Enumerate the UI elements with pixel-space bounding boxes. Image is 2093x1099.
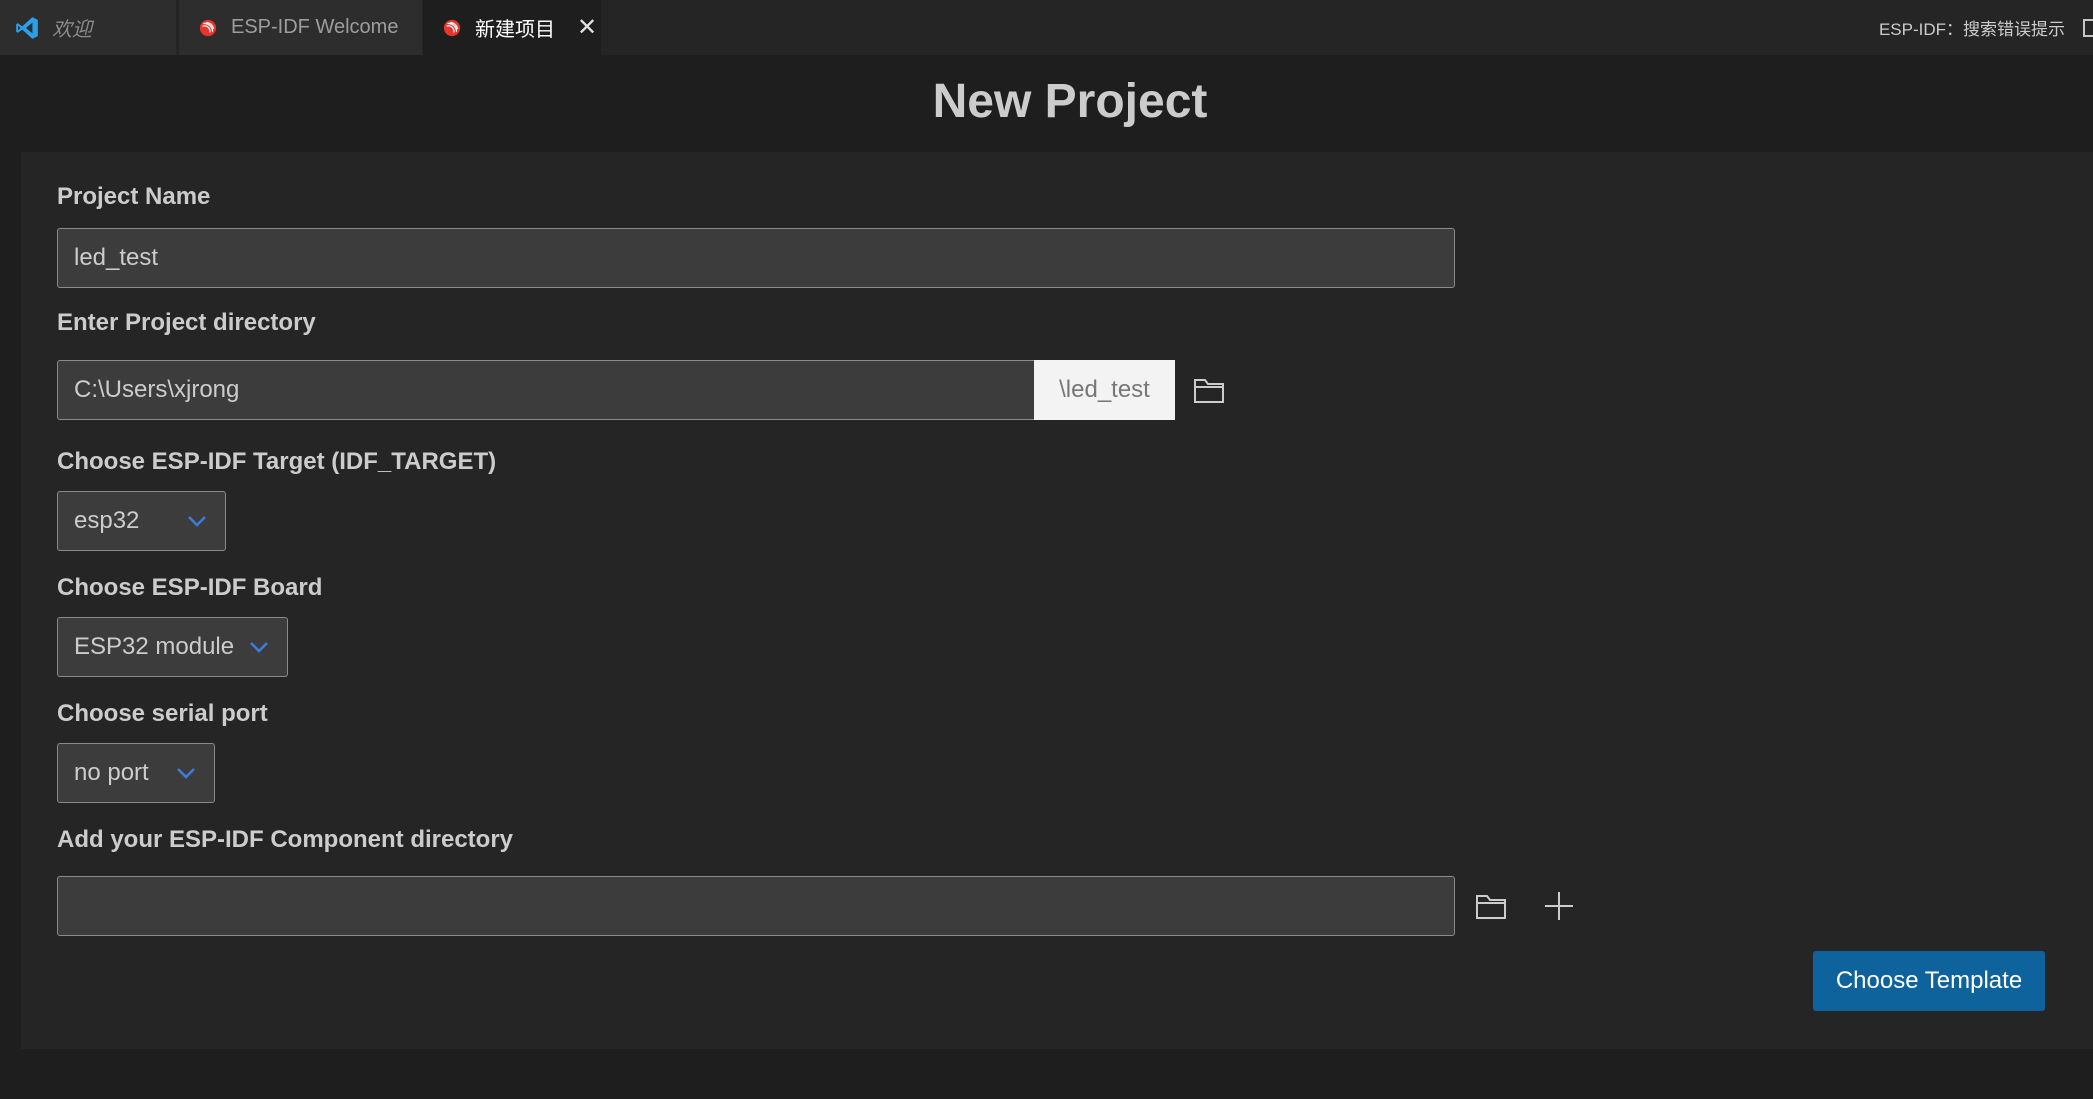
idf-board-label: Choose ESP-IDF Board <box>57 574 323 601</box>
chevron-down-icon <box>177 768 195 779</box>
editor-tab-bar: 欢迎 ESP-IDF Welcome 新建项目 ✕ ESP-IDF：搜索错误提示 <box>0 0 2093 55</box>
plus-icon <box>1545 892 1573 920</box>
component-directory-input[interactable] <box>57 876 1455 936</box>
folder-icon <box>1194 379 1224 403</box>
project-directory-label: Enter Project directory <box>57 309 316 336</box>
add-component-directory-button[interactable] <box>1541 888 1577 924</box>
vscode-icon <box>16 16 38 39</box>
split-editor-icon[interactable] <box>2083 18 2093 37</box>
component-directory-label: Add your ESP-IDF Component directory <box>57 826 514 853</box>
tab-new-project-label: 新建项目 <box>475 19 555 41</box>
editor-actions: ESP-IDF：搜索错误提示 <box>1879 0 2093 55</box>
esp-idf-error-hints-action[interactable]: ESP-IDF：搜索错误提示 <box>1879 15 2065 40</box>
close-tab-button[interactable]: ✕ <box>577 13 597 42</box>
tab-welcome-label: 欢迎 <box>52 19 92 41</box>
espressif-icon <box>443 19 461 36</box>
page-title: New Project <box>932 75 1208 128</box>
idf-target-label: Choose ESP-IDF Target (IDF_TARGET) <box>57 448 497 475</box>
folder-icon <box>1476 895 1506 919</box>
project-name-input[interactable]: led_test <box>57 228 1455 288</box>
project-directory-input[interactable]: C:\Users\xjrong <box>57 360 1035 420</box>
espressif-icon <box>199 19 217 36</box>
serial-port-label: Choose serial port <box>57 700 268 727</box>
tab-esp-idf-welcome-label: ESP-IDF Welcome <box>231 16 399 38</box>
serial-port-select[interactable]: no port <box>57 743 215 803</box>
choose-template-button[interactable]: Choose Template <box>1813 951 2045 1011</box>
project-directory-suffix: \led_test <box>1034 360 1175 420</box>
chevron-down-icon <box>250 642 268 653</box>
tab-welcome[interactable]: 欢迎 <box>0 0 176 55</box>
idf-board-value: ESP32 module <box>74 633 235 660</box>
browse-project-directory-button[interactable] <box>1191 372 1227 408</box>
project-name-label: Project Name <box>57 183 211 210</box>
idf-board-select[interactable]: ESP32 module <box>57 617 288 677</box>
browse-component-directory-button[interactable] <box>1473 888 1509 924</box>
idf-target-value: esp32 <box>74 507 140 534</box>
chevron-down-icon <box>188 516 206 527</box>
tab-esp-idf-welcome[interactable]: ESP-IDF Welcome <box>179 0 422 55</box>
idf-target-select[interactable]: esp32 <box>57 491 226 551</box>
serial-port-value: no port <box>74 759 149 786</box>
tab-new-project[interactable]: 新建项目 ✕ <box>423 0 601 55</box>
